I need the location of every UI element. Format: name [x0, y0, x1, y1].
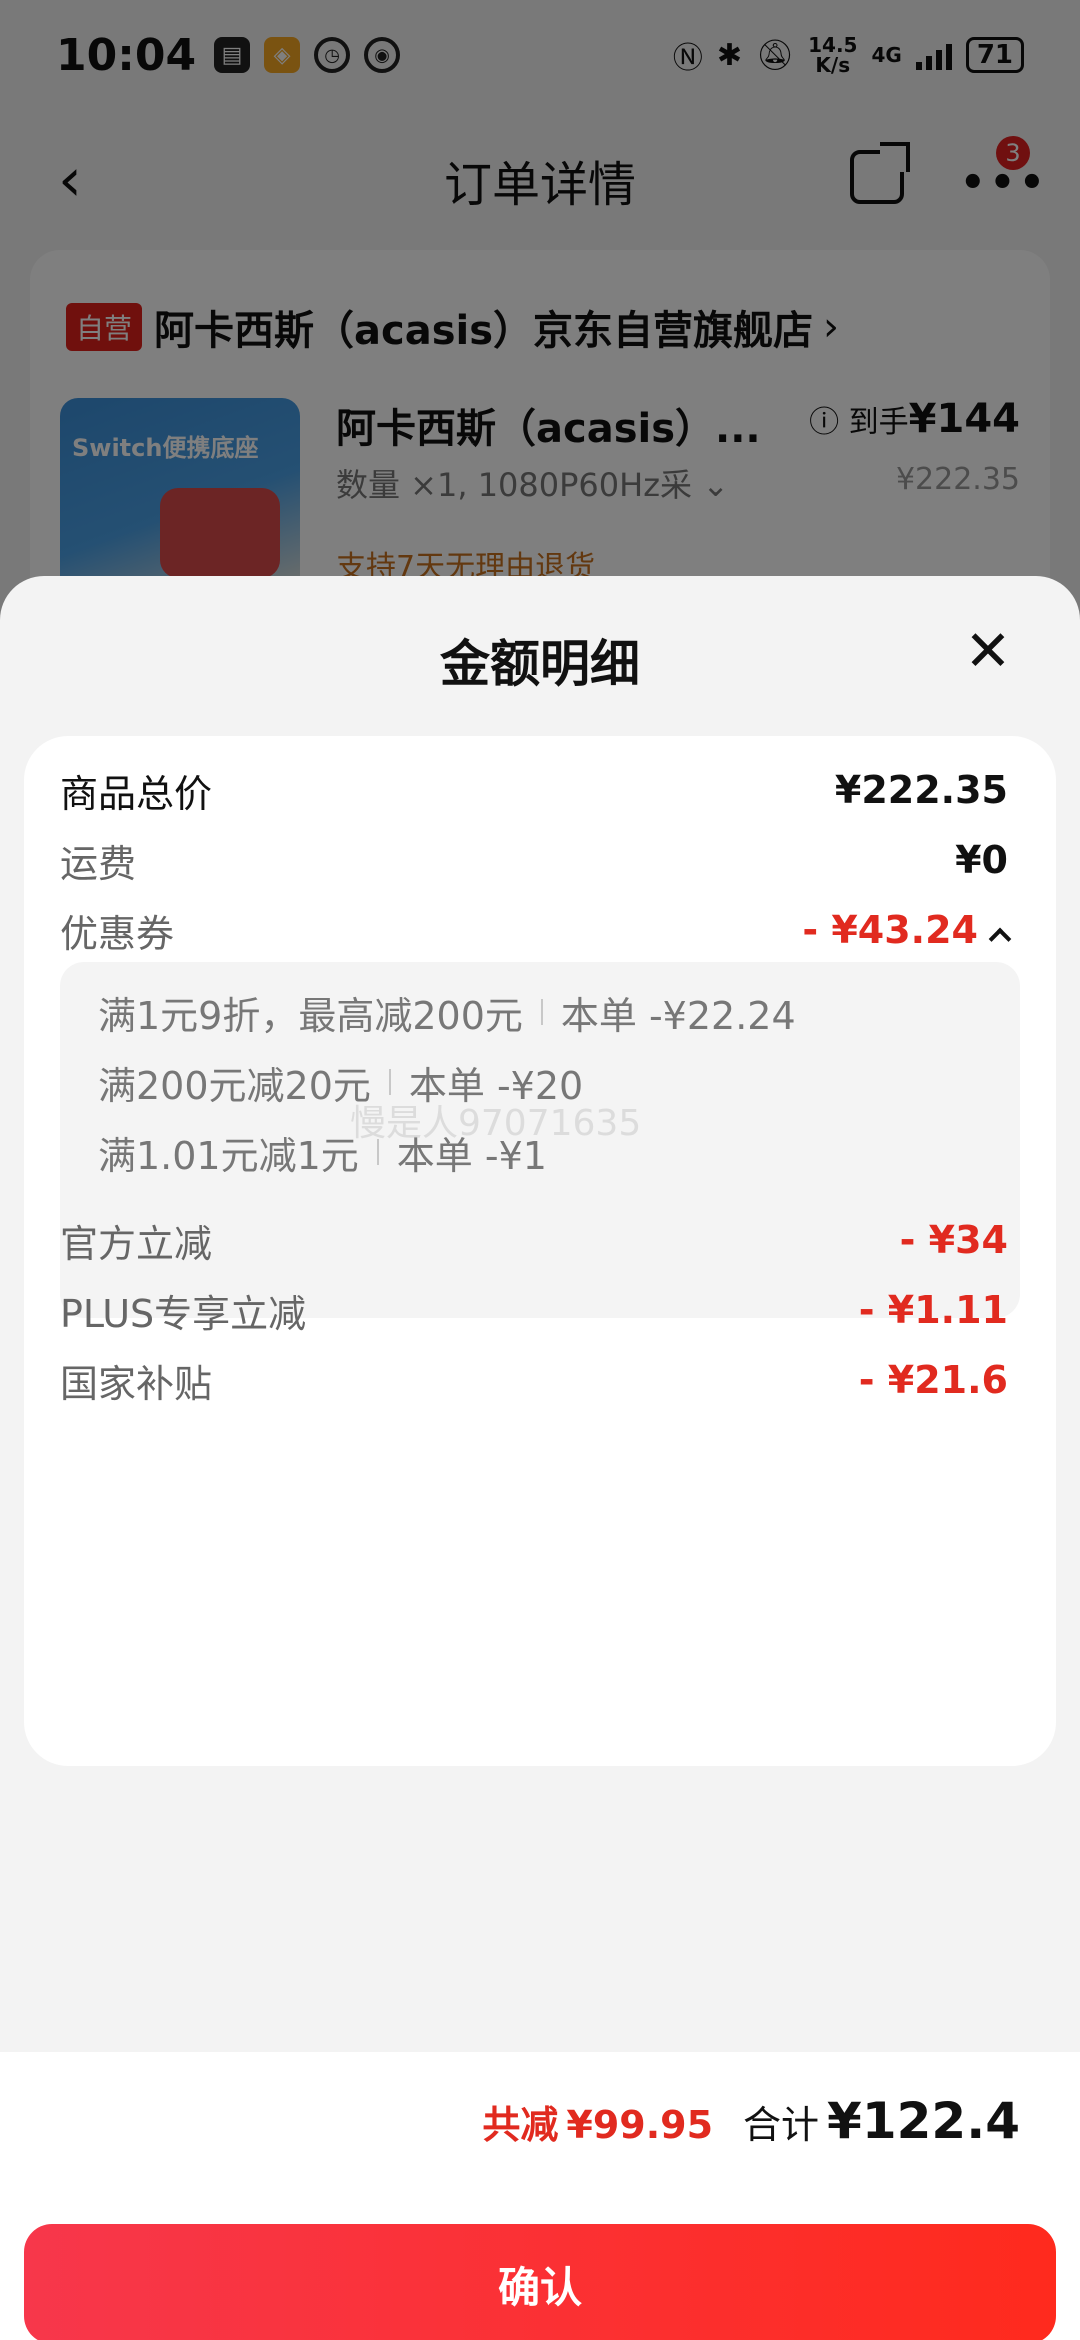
- subsidy-value: - ¥21.6: [858, 1358, 1008, 1402]
- subtotal-label: 商品总价: [60, 771, 213, 816]
- official-discount-value: - ¥34: [899, 1218, 1008, 1262]
- plus-discount-value: - ¥1.11: [858, 1288, 1008, 1332]
- chevron-up-icon[interactable]: [988, 927, 1012, 951]
- coupon-value-wrap: - ¥43.24: [802, 908, 1012, 952]
- subsidy-row: 国家补贴 - ¥21.6: [60, 1350, 1008, 1410]
- coupon-label: 优惠券: [60, 911, 175, 956]
- shipping-value: ¥0: [955, 838, 1008, 882]
- subsidy-label: 国家补贴: [60, 1361, 213, 1406]
- official-discount-row: 官方立减 - ¥34: [60, 1210, 1008, 1270]
- coupon-amount: 本单 -¥22.24: [560, 993, 796, 1038]
- coupon-row[interactable]: 优惠券 - ¥43.24: [60, 900, 1012, 960]
- shipping-label: 运费: [60, 841, 137, 886]
- total-discount-value: ¥99.95: [566, 2103, 714, 2147]
- shipping-row: 运费 ¥0: [60, 830, 1008, 890]
- confirm-button[interactable]: 确认: [24, 2224, 1056, 2340]
- sheet-footer: 共减 ¥99.95 合计 ¥122.4 确认: [0, 2052, 1080, 2340]
- coupon-condition: 满200元减20元: [98, 1063, 371, 1108]
- close-icon[interactable]: ✕: [960, 624, 1016, 680]
- plus-discount-label: PLUS专享立减: [60, 1291, 307, 1336]
- footer-totals: 共减 ¥99.95 合计 ¥122.4: [482, 2092, 1020, 2150]
- coupon-divider: [388, 1069, 391, 1095]
- subtotal-value: ¥222.35: [834, 768, 1008, 812]
- coupon-divider: [540, 999, 543, 1025]
- amount-detail-card: 商品总价 ¥222.35 运费 ¥0 优惠券 - ¥43.24 满1元9折，最高…: [24, 736, 1056, 1766]
- subtotal-row: 商品总价 ¥222.35: [60, 760, 1008, 820]
- coupon-value: - ¥43.24: [802, 908, 978, 952]
- coupon-condition: 满1.01元减1元: [98, 1133, 359, 1178]
- coupon-item: 满1元9折，最高减200元 本单 -¥22.24: [98, 982, 796, 1042]
- total-discount-label: 共减: [482, 2103, 559, 2147]
- coupon-condition: 满1元9折，最高减200元: [98, 993, 523, 1038]
- total-label: 合计: [743, 2103, 820, 2147]
- official-discount-label: 官方立减: [60, 1221, 213, 1266]
- plus-discount-row: PLUS专享立减 - ¥1.11: [60, 1280, 1008, 1340]
- amount-detail-sheet: 金额明细 ✕ 商品总价 ¥222.35 运费 ¥0 优惠券 - ¥43.24 满…: [0, 576, 1080, 2340]
- total-value: ¥122.4: [827, 2092, 1020, 2150]
- sheet-title: 金额明细: [440, 635, 640, 693]
- watermark: 慢是人97071635: [350, 1103, 642, 1144]
